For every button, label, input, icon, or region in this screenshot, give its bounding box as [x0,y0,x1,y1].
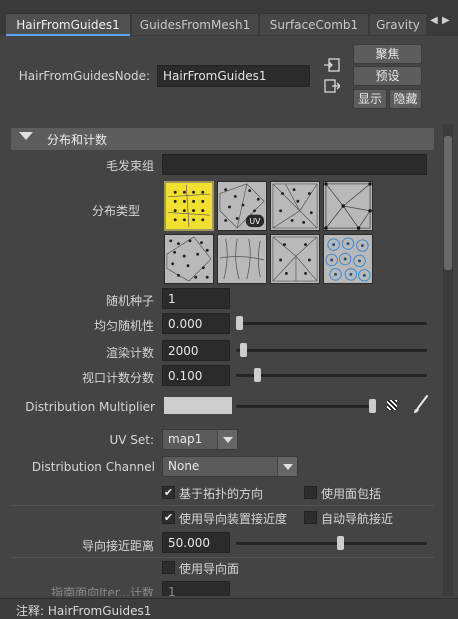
use-guide-proximity-label: 使用导向装置接近度 [179,512,288,526]
viewport-count-fraction-slider[interactable] [236,374,427,377]
distribution-tile-face-area[interactable] [270,181,320,231]
topology-direction-label: 基于拓扑的方向 [179,487,264,501]
use-guide-faces-checkbox[interactable] [162,561,175,574]
tab-hairfromguides[interactable]: HairFromGuides1 [6,13,130,36]
distribution-tile-grid[interactable] [164,181,214,231]
distribution-multiplier-handle[interactable] [369,399,376,413]
texture-map-icon[interactable] [387,400,397,410]
uniform-randomness-label: 均匀随机性 [93,319,154,333]
section-header-distribution[interactable]: 分布和计数 [11,128,434,150]
distribution-tile-curves[interactable] [217,234,267,284]
uniform-randomness-slider[interactable] [236,322,427,325]
auto-guide-proximity-checkbox[interactable] [304,511,317,524]
guide-surface-iter-label: 指南面向Iter...计数 [51,586,154,596]
render-count-slider[interactable] [236,349,427,352]
distribution-tile-triangles[interactable] [270,234,320,284]
focus-button[interactable]: 聚焦 [353,44,422,64]
chevron-down-icon[interactable] [217,430,237,449]
uv-badge: UV [250,217,262,226]
use-guide-faces-label: 使用导向面 [179,562,240,576]
tab-surfacecomb[interactable]: SurfaceComb1 [260,13,368,35]
auto-guide-proximity-label: 自动导航接近 [321,512,394,526]
render-count-field[interactable]: 2000 [162,340,230,361]
uniform-randomness-handle[interactable] [236,316,243,330]
tab-gravity[interactable]: Gravity [370,13,426,35]
hair-clump-group-label: 毛发束组 [105,159,154,173]
use-face-include-checkbox[interactable] [304,486,317,499]
random-seed-label: 随机种子 [105,294,154,308]
node-name-field[interactable]: HairFromGuides1 [157,65,310,87]
distribution-type-label: 分布类型 [91,204,140,218]
footer-bar: 注释: HairFromGuides1 [0,598,458,619]
preset-button[interactable]: 预设 [353,66,422,86]
uv-set-value: map1 [168,432,203,446]
use-face-include-label: 使用面包括 [321,487,382,501]
random-seed-field[interactable]: 1 [162,288,230,309]
distribution-tile-poisson[interactable] [323,234,373,284]
distribution-tile-random[interactable] [164,234,214,284]
distribution-channel-dropdown[interactable]: None [162,456,298,477]
notes-label: 注释: HairFromGuides1 [16,604,152,618]
distribution-tile-uv-random[interactable]: UV [217,181,267,231]
vertical-scrollbar[interactable] [443,124,453,596]
paint-brush-icon[interactable] [412,394,430,414]
node-label: HairFromGuidesNode: [18,69,150,83]
tab-bar: HairFromGuides1 GuidesFromMesh1 SurfaceC… [0,0,458,36]
topology-direction-checkbox[interactable]: ✔ [162,486,175,499]
divider [11,557,434,558]
guide-proximity-handle[interactable] [337,536,345,550]
render-count-label: 渲染计数 [105,346,154,360]
scrollbar-thumb[interactable] [444,136,452,270]
tab-scroll-right-icon[interactable]: ▶ [442,15,450,26]
distribution-multiplier-swatch[interactable] [164,397,232,414]
show-button[interactable]: 显示 [353,89,387,109]
section-title: 分布和计数 [47,133,108,147]
distribution-tile-vertex[interactable] [323,181,373,231]
render-count-handle[interactable] [239,343,247,357]
output-connection-icon[interactable] [324,79,341,93]
distribution-channel-label: Distribution Channel [31,460,155,474]
uniform-randomness-field[interactable]: 0.000 [162,313,230,334]
uv-set-label: UV Set: [109,433,154,447]
use-guide-proximity-checkbox[interactable]: ✔ [162,511,175,524]
guide-proximity-field[interactable]: 50.000 [162,532,230,553]
distribution-multiplier-label: Distribution Multiplier [25,400,155,414]
guide-surface-iter-field[interactable]: 1 [162,581,230,596]
guide-proximity-slider[interactable] [236,542,427,545]
viewport-count-fraction-field[interactable]: 0.100 [162,365,230,386]
guide-proximity-label: 导向接近距离 [81,539,154,553]
attribute-scroll-area[interactable]: 分布和计数 毛发束组 分布类型 UV 随机种子 1 均匀随机性 0.000 渲染… [7,124,453,596]
viewport-count-fraction-handle[interactable] [254,368,262,382]
tab-guidesfrommesh[interactable]: GuidesFromMesh1 [132,13,258,35]
tab-scroll-left-icon[interactable]: ◀ [430,15,438,26]
divider [11,505,434,506]
collapse-arrow-icon[interactable] [19,132,33,140]
chevron-down-icon[interactable] [277,457,297,476]
uv-set-dropdown[interactable]: map1 [162,429,238,450]
hide-button[interactable]: 隐藏 [389,89,422,109]
distribution-channel-value: None [168,459,200,473]
viewport-count-fraction-label: 视口计数分数 [81,371,154,385]
input-connection-icon[interactable] [324,58,340,72]
distribution-multiplier-slider[interactable] [236,405,376,408]
hair-clump-group-field[interactable] [162,154,427,175]
